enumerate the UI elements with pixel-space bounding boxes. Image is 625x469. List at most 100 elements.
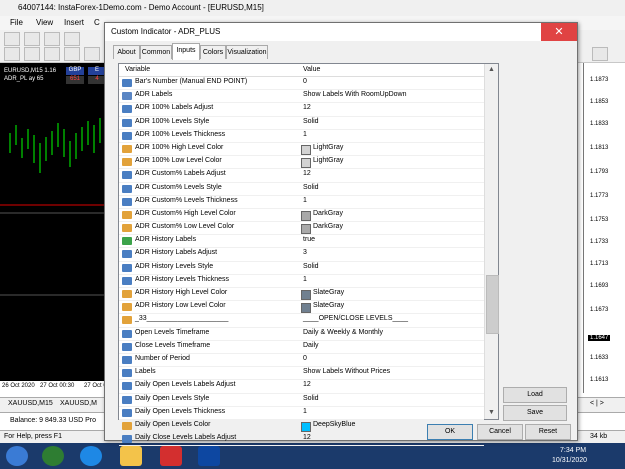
input-row[interactable]: Bar's Number (Manual END POINT) 0: [119, 77, 484, 91]
color-swatch[interactable]: [301, 224, 311, 235]
color-swatch[interactable]: [301, 303, 311, 314]
tab-visualization[interactable]: Visualization: [226, 45, 268, 59]
input-row[interactable]: ADR History Levels Thickness 1: [119, 275, 484, 288]
input-row[interactable]: Labels Show Labels Without Prices: [119, 367, 484, 381]
input-row[interactable]: ADR Custom% Levels Style Solid: [119, 183, 484, 196]
input-row[interactable]: ADR History High Level Color SlateGray: [119, 288, 484, 302]
param-value[interactable]: ____OPEN/CLOSE LEVELS____: [303, 315, 408, 322]
tab-inputs[interactable]: Inputs: [172, 43, 200, 60]
input-row[interactable]: Open Levels Timeframe Daily & Weekly & Mo…: [119, 328, 484, 341]
input-row[interactable]: ADR 100% High Level Color LightGray: [119, 143, 484, 157]
menu-view[interactable]: View: [36, 18, 53, 27]
param-value[interactable]: Solid: [303, 263, 319, 270]
scroll-down-icon[interactable]: ▼: [485, 407, 498, 419]
param-value[interactable]: 3: [303, 249, 307, 256]
skype-icon[interactable]: [80, 446, 102, 466]
param-value[interactable]: 12: [303, 170, 311, 177]
scrollbar-thumb[interactable]: [486, 275, 499, 334]
param-value[interactable]: DeepSkyBlue: [313, 421, 355, 428]
input-row[interactable]: Daily Open Levels Style Solid: [119, 394, 484, 407]
close-icon[interactable]: ✕: [541, 23, 577, 41]
folder-icon[interactable]: [120, 446, 142, 466]
param-value[interactable]: Daily & Weekly & Monthly: [303, 329, 383, 336]
input-row[interactable]: ADR Custom% Levels Thickness 1: [119, 196, 484, 209]
ok-button[interactable]: OK: [427, 424, 473, 440]
metatrader-icon[interactable]: [198, 446, 220, 466]
param-value[interactable]: Solid: [303, 395, 319, 402]
input-row[interactable]: ADR History Low Level Color SlateGray: [119, 301, 484, 315]
param-value[interactable]: 1: [303, 408, 307, 415]
param-value[interactable]: 12: [303, 104, 311, 111]
param-value[interactable]: 1: [303, 197, 307, 204]
param-value[interactable]: 0: [303, 78, 307, 85]
param-value[interactable]: LightGray: [313, 157, 343, 164]
color-swatch[interactable]: [301, 158, 311, 169]
load-button[interactable]: Load: [503, 387, 567, 403]
param-value[interactable]: LightGray: [313, 144, 343, 151]
input-row[interactable]: _33_____________________ ____OPEN/CLOSE L…: [119, 314, 484, 328]
param-value[interactable]: true: [303, 236, 315, 243]
input-row[interactable]: Close Levels Timeframe Daily: [119, 341, 484, 354]
horizontal-line-icon[interactable]: [64, 47, 80, 61]
input-row[interactable]: ADR 100% Levels Style Solid: [119, 117, 484, 130]
chart-tab[interactable]: XAUUSD,M: [60, 400, 97, 407]
color-swatch[interactable]: [301, 144, 311, 155]
reset-button[interactable]: Reset: [525, 424, 571, 440]
vertical-line-icon[interactable]: [44, 47, 60, 61]
input-row[interactable]: ADR History Levels Style Solid: [119, 262, 484, 275]
input-row[interactable]: Daily Open Levels Thickness 1: [119, 407, 484, 420]
navigator-icon[interactable]: [64, 32, 80, 46]
app-icon[interactable]: [160, 446, 182, 466]
param-value[interactable]: Show Labels With RoomUpDown: [303, 91, 407, 98]
input-row[interactable]: ADR 100% Levels Thickness 1: [119, 130, 484, 143]
menu-charts[interactable]: C: [94, 18, 100, 27]
vertical-scrollbar[interactable]: ▲ ▼: [484, 64, 499, 419]
param-value[interactable]: DarkGray: [313, 210, 343, 217]
param-value[interactable]: SlateGray: [313, 289, 344, 296]
input-row[interactable]: ADR 100% Labels Adjust 12: [119, 103, 484, 117]
input-row[interactable]: ADR 100% Low Level Color LightGray: [119, 156, 484, 170]
input-row[interactable]: ADR Labels Show Labels With RoomUpDown: [119, 90, 484, 104]
menu-insert[interactable]: Insert: [64, 18, 84, 27]
tab-colors[interactable]: Colors: [200, 45, 226, 59]
param-value[interactable]: 1: [303, 131, 307, 138]
scroll-up-icon[interactable]: ▲: [485, 64, 498, 76]
price-chart[interactable]: EURUSD,M15 1.16 ADR_PL ay 65 GBP E 651 4…: [0, 63, 108, 393]
param-value[interactable]: SlateGray: [313, 302, 344, 309]
tab-common[interactable]: Common: [140, 45, 172, 59]
color-swatch[interactable]: [301, 421, 311, 432]
input-row[interactable]: ADR Custom% High Level Color DarkGray: [119, 209, 484, 223]
input-row[interactable]: Number of Period 0: [119, 354, 484, 368]
input-row[interactable]: ADR Custom% Labels Adjust 12: [119, 169, 484, 183]
color-swatch[interactable]: [301, 210, 311, 221]
menu-file[interactable]: File: [10, 18, 23, 27]
tab-about[interactable]: About: [113, 45, 140, 59]
input-row[interactable]: Daily Open Levels Labels Adjust 12: [119, 380, 484, 394]
chart-tab[interactable]: XAUUSD,M15: [8, 400, 53, 407]
param-value[interactable]: Solid: [303, 118, 319, 125]
param-value[interactable]: Show Labels Without Prices: [303, 368, 390, 375]
profiles-icon[interactable]: [24, 32, 40, 46]
start-icon[interactable]: [6, 446, 28, 466]
param-value[interactable]: 12: [303, 434, 311, 441]
trendline-icon[interactable]: [84, 47, 100, 61]
param-value[interactable]: 0: [303, 355, 307, 362]
color-swatch[interactable]: [301, 290, 311, 300]
tab-scroll-arrows[interactable]: < | >: [590, 400, 604, 407]
param-value[interactable]: Daily: [303, 342, 319, 349]
param-value[interactable]: DarkGray: [313, 223, 343, 230]
input-row[interactable]: ADR Custom% Low Level Color DarkGray: [119, 222, 484, 236]
cursor-icon[interactable]: [4, 47, 20, 61]
zoom-icon[interactable]: [592, 47, 608, 61]
market-watch-icon[interactable]: [44, 32, 60, 46]
cancel-button[interactable]: Cancel: [477, 424, 523, 440]
input-row[interactable]: ADR History Labels Adjust 3: [119, 248, 484, 262]
chrome-icon[interactable]: [42, 446, 64, 466]
param-value[interactable]: 1: [303, 276, 307, 283]
save-button[interactable]: Save: [503, 405, 567, 421]
param-value[interactable]: 12: [303, 381, 311, 388]
new-chart-icon[interactable]: [4, 32, 20, 46]
param-value[interactable]: Solid: [303, 184, 319, 191]
crosshair-icon[interactable]: [24, 47, 40, 61]
input-row[interactable]: ADR History Labels true: [119, 235, 484, 249]
